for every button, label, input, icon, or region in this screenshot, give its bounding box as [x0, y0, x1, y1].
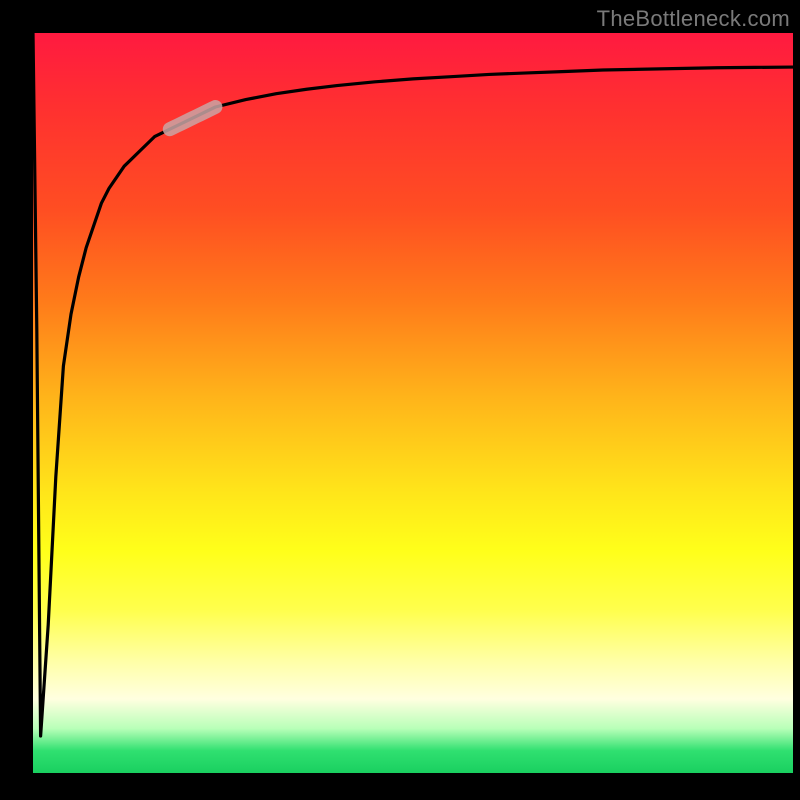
curve-layer — [33, 33, 793, 773]
plot-area — [33, 33, 793, 773]
highlight-segment — [170, 107, 216, 129]
watermark-text: TheBottleneck.com — [597, 6, 790, 32]
chart-frame: TheBottleneck.com — [0, 0, 800, 800]
bottleneck-curve — [33, 33, 793, 736]
